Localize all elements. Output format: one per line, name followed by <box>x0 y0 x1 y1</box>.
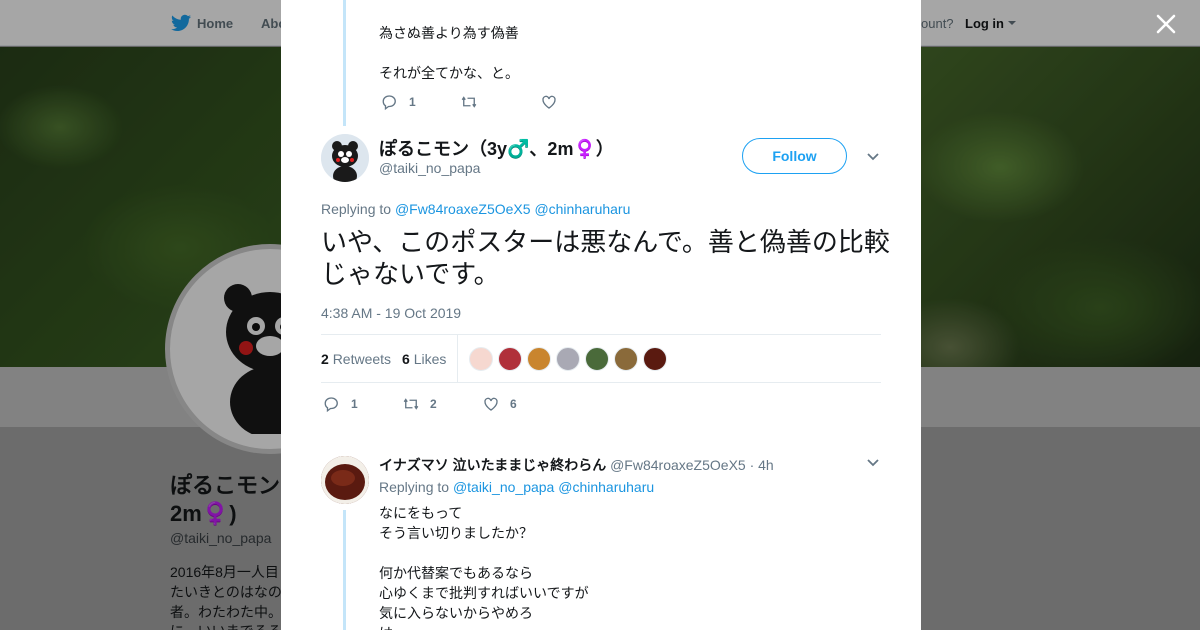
replying-to: Replying to @Fw84roaxeZ5OeX5 @chinharuha… <box>321 201 630 217</box>
reply-header: イナズマソ 泣いたままじゃ終わらん @Fw84roaxeZ5OeX5 · 4h <box>379 455 774 475</box>
thread-line <box>343 510 346 630</box>
likes-count: 6 <box>402 351 410 367</box>
heart-icon <box>542 95 556 109</box>
reply-author-name[interactable]: イナズマソ 泣いたままじゃ終わらん <box>379 457 606 473</box>
profile-bio-line: 2016年8月一人目 <box>170 564 279 580</box>
tweet-text-line: 何か代替案でもあるなら <box>379 565 533 581</box>
tweet-text-line: 心ゆくまで批判すればいいですが <box>379 585 589 601</box>
tweet-text-line: 為さぬ善より為す偽善 <box>379 25 519 41</box>
profile-bio-line: 者。わたわた中。 <box>170 604 282 620</box>
retweet-icon <box>403 398 419 410</box>
nav-login-link[interactable]: Log in <box>965 16 1004 31</box>
like-count: 6 <box>510 397 517 411</box>
tweet-timestamp[interactable]: 4:38 AM - 19 Oct 2019 <box>321 305 461 321</box>
mention-link[interactable]: @chinharuharu <box>534 201 630 217</box>
tweet-text-line: は <box>379 623 393 630</box>
liker-avatar[interactable] <box>527 347 551 371</box>
likes-label: Likes <box>413 351 447 367</box>
likes-stat[interactable]: 6 Likes <box>402 351 446 367</box>
reply-author-avatar[interactable] <box>321 456 369 504</box>
retweets-count: 2 <box>321 351 329 367</box>
reply-icon <box>324 397 338 413</box>
mention-link[interactable]: @taiki_no_papa <box>453 479 554 495</box>
tweet-text: いや、このポスターは悪なんで。善と偽善の比較じゃないです。 <box>321 227 890 289</box>
tweet-author-handle[interactable]: @taiki_no_papa <box>379 160 480 176</box>
tweet-modal: 為さぬ善より為す偽善 それが全てかな、と。 1 ぽるこモン（3y♂️、2m♀️）… <box>281 0 921 630</box>
chevron-down-icon[interactable] <box>867 153 879 161</box>
reply-count: 1 <box>409 95 416 109</box>
reply-icon <box>382 95 396 111</box>
tweet-stats: 2 Retweets 6 Likes <box>321 334 881 383</box>
liker-avatar[interactable] <box>614 347 638 371</box>
tweet-text-line: それが全てかな、と。 <box>379 65 519 81</box>
reply-button[interactable]: 1 <box>381 93 416 111</box>
retweets-label: Retweets <box>332 351 392 367</box>
replying-prefix: Replying to <box>321 201 392 217</box>
tweet-author-avatar[interactable] <box>321 134 369 182</box>
profile-handle: @taiki_no_papa <box>170 530 272 546</box>
mention-link[interactable]: @chinharuharu <box>558 479 654 495</box>
tweet-text-line: なにをもって <box>379 505 463 521</box>
close-icon[interactable] <box>1152 10 1180 38</box>
retweet-count: 2 <box>430 397 437 411</box>
retweet-button[interactable] <box>460 93 478 111</box>
tweet-author-name[interactable]: ぽるこモン（3y♂️、2m♀️） <box>379 135 614 161</box>
liker-avatar[interactable] <box>585 347 609 371</box>
reply-count: 1 <box>351 397 358 411</box>
reply-author-handle[interactable]: @Fw84roaxeZ5OeX5 <box>610 457 746 473</box>
thread-line <box>343 0 346 126</box>
liker-avatar[interactable] <box>469 347 493 371</box>
twitter-bird-icon[interactable] <box>171 14 191 32</box>
follow-button[interactable]: Follow <box>742 138 847 174</box>
replying-to: Replying to @taiki_no_papa @chinharuharu <box>379 479 654 495</box>
tweet-text-line: そう言い切りましたか？ <box>379 525 533 541</box>
mention-link[interactable]: @Fw84roaxeZ5OeX5 <box>395 201 531 217</box>
chevron-down-icon[interactable] <box>867 459 879 467</box>
bear-mascot-icon <box>321 134 369 182</box>
food-photo-icon <box>321 456 369 504</box>
reply-time[interactable]: · 4h <box>750 457 774 473</box>
profile-bio-line: たいきとのはなの <box>170 584 282 600</box>
nav-home-link[interactable]: Home <box>197 16 233 31</box>
heart-icon <box>484 397 498 411</box>
stats-divider <box>457 335 458 382</box>
profile-name-cont: 2m♀️) <box>170 501 237 526</box>
replying-prefix: Replying to <box>379 479 450 495</box>
liker-avatar[interactable] <box>643 347 667 371</box>
liker-avatar[interactable] <box>498 347 522 371</box>
liker-avatar[interactable] <box>556 347 580 371</box>
retweet-icon <box>461 96 477 108</box>
caret-down-icon[interactable] <box>1008 21 1016 25</box>
reply-button[interactable]: 1 <box>323 395 358 413</box>
profile-bio-line: に、いいまでるる <box>170 621 282 630</box>
retweets-stat[interactable]: 2 Retweets <box>321 351 391 367</box>
profile-name: ぽるこモン <box>170 473 281 498</box>
like-button[interactable]: 6 <box>482 395 517 413</box>
retweet-button[interactable]: 2 <box>402 395 437 413</box>
tweet-text-line: 気に入らないからやめろ <box>379 605 533 621</box>
like-button[interactable] <box>540 93 558 111</box>
